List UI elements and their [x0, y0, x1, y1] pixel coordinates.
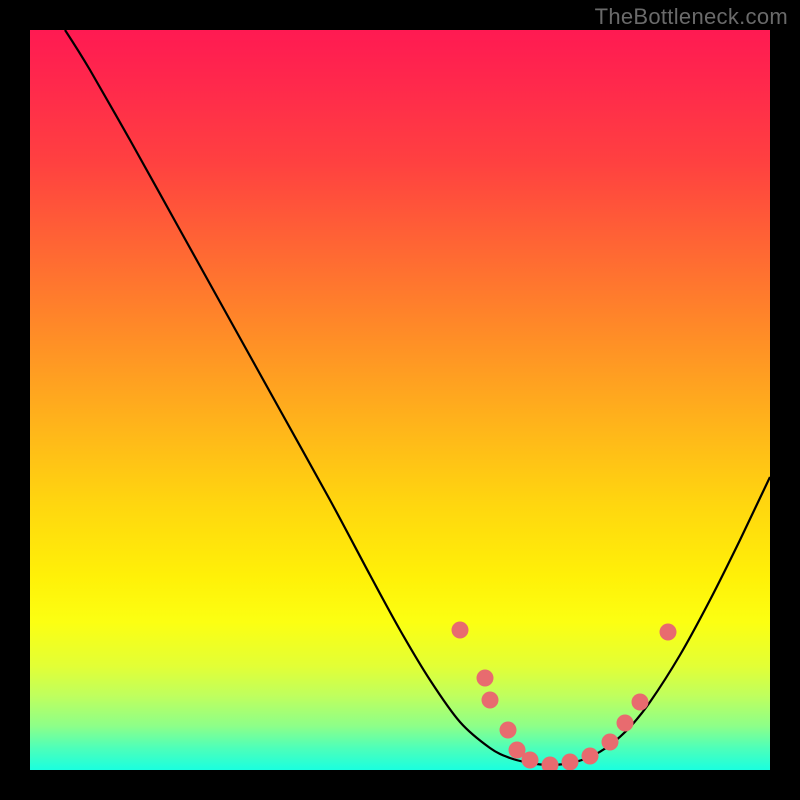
plot-area — [30, 30, 770, 770]
watermark-text: TheBottleneck.com — [595, 4, 788, 30]
chart-container: TheBottleneck.com — [0, 0, 800, 800]
gradient-background — [30, 30, 770, 770]
